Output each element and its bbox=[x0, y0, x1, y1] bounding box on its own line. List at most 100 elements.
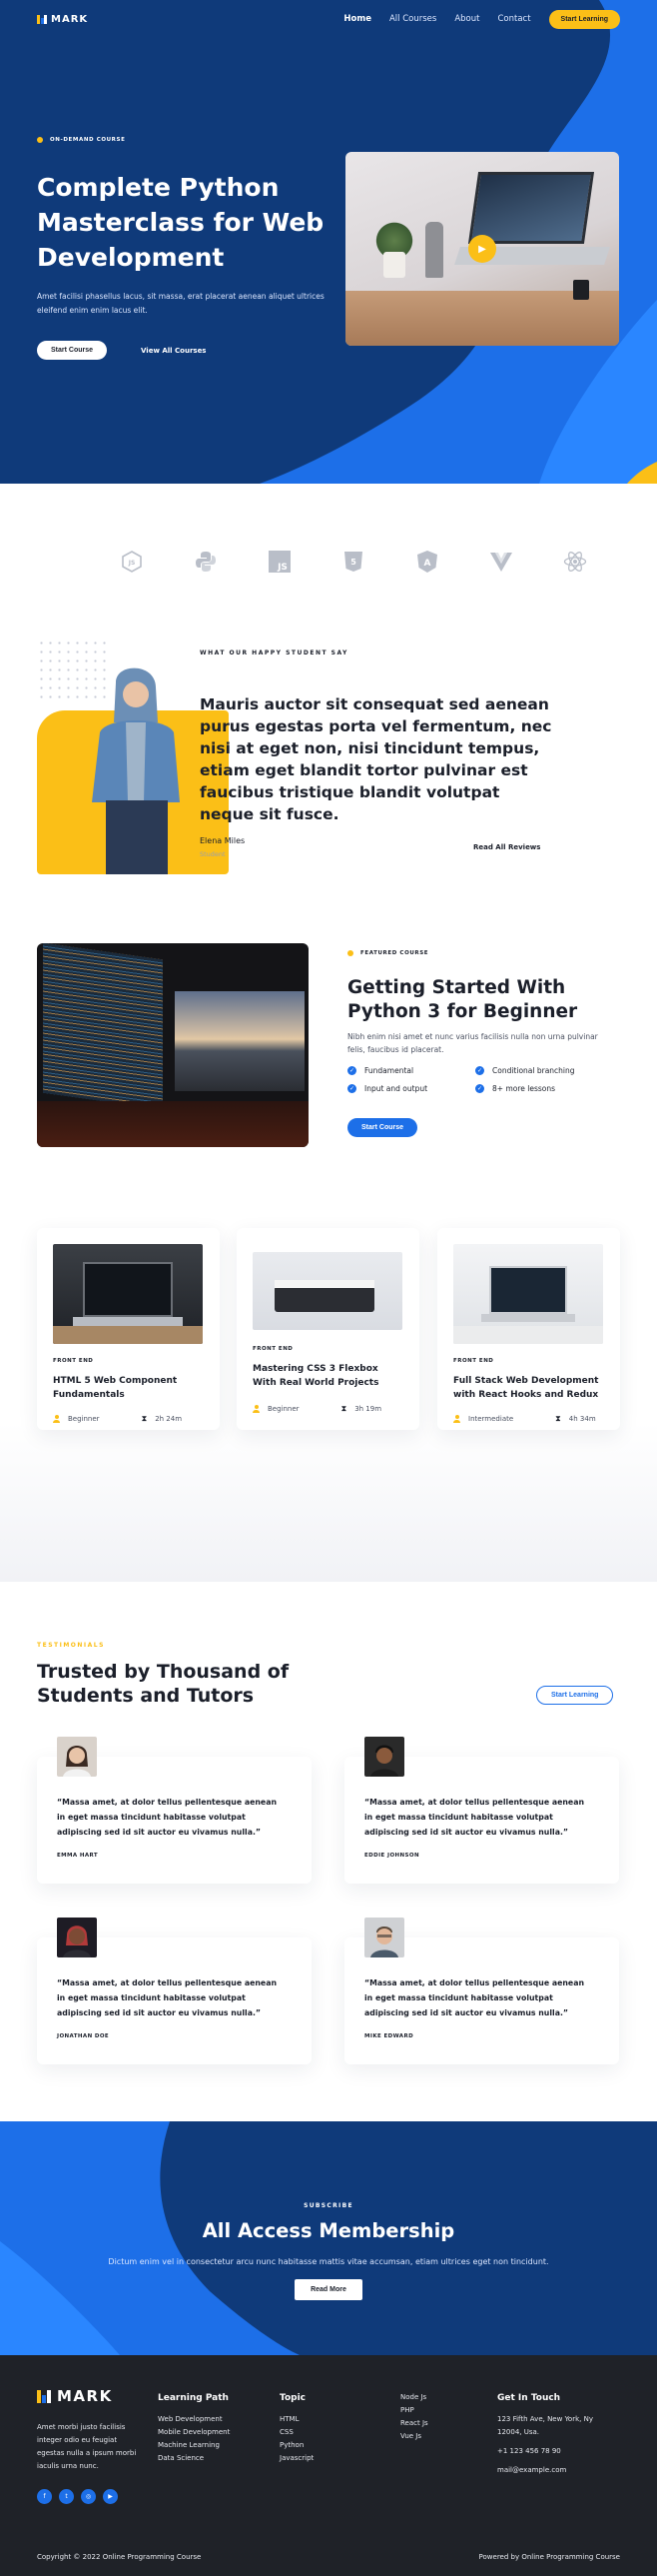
featured-course-features: ✓ Fundamental ✓ Conditional branching ✓ Inp… bbox=[347, 1066, 607, 1093]
facebook-icon[interactable]: f bbox=[37, 2489, 52, 2504]
course-duration: ⧗ 4h 34m bbox=[555, 1414, 595, 1424]
footer-link[interactable]: Web Development bbox=[158, 2413, 230, 2426]
start-learning-outline-button[interactable]: Start Learning bbox=[536, 1686, 614, 1705]
footer-email[interactable]: mail@example.com bbox=[497, 2464, 607, 2477]
footer-link[interactable]: Javascript bbox=[280, 2452, 314, 2465]
course-level-label: Intermediate bbox=[468, 1415, 514, 1423]
course-card[interactable]: FRONT END Full Stack Web Development wit… bbox=[437, 1228, 620, 1430]
read-more-button[interactable]: Read More bbox=[295, 2279, 362, 2300]
laptop-screen-illustration bbox=[489, 1266, 567, 1314]
hourglass-icon: ⧗ bbox=[555, 1414, 561, 1423]
copyright-text: Copyright © 2022 Online Programming Cour… bbox=[37, 2553, 202, 2561]
read-all-reviews-link[interactable]: Read All Reviews bbox=[473, 843, 540, 851]
course-meta: Intermediate ⧗ 4h 34m bbox=[453, 1414, 596, 1424]
tag-dot-icon bbox=[347, 950, 353, 956]
subscribe-description: Dictum enim vel in consectetur arcu nunc… bbox=[108, 2257, 549, 2266]
subscribe-tag: SUBSCRIBE bbox=[304, 2202, 353, 2209]
youtube-icon[interactable]: ▶ bbox=[103, 2489, 118, 2504]
nav-link-home[interactable]: Home bbox=[343, 14, 371, 24]
hero-video-thumbnail[interactable]: ▶ bbox=[345, 152, 619, 346]
testimonials-tag: TESTIMONIALS bbox=[37, 1642, 105, 1649]
footer-link[interactable]: HTML bbox=[280, 2413, 314, 2426]
nav-link-all-courses[interactable]: All Courses bbox=[389, 14, 436, 24]
check-icon: ✓ bbox=[347, 1084, 356, 1093]
student-testimonial-section: WHAT OUR HAPPY STUDENT SAY Mauris auctor… bbox=[0, 639, 657, 938]
course-image bbox=[453, 1244, 603, 1344]
logo-icon bbox=[37, 2389, 51, 2403]
nav-links: Home All Courses About Contact Start Lea… bbox=[343, 9, 620, 29]
svg-text:A: A bbox=[424, 559, 431, 569]
nav-link-contact[interactable]: Contact bbox=[497, 14, 530, 24]
check-icon: ✓ bbox=[475, 1084, 484, 1093]
course-category: FRONT END bbox=[453, 1358, 494, 1364]
featured-tag: FEATURED COURSE bbox=[347, 950, 428, 956]
brand-name: MARK bbox=[51, 13, 89, 25]
brand-logo[interactable]: MARK bbox=[37, 14, 88, 25]
footer-link[interactable]: CSS bbox=[280, 2426, 314, 2439]
footer: MARK Amet morbi justo facilisis integer … bbox=[0, 2355, 657, 2576]
footer-link[interactable]: Mobile Development bbox=[158, 2426, 230, 2439]
course-card[interactable]: FRONT END Mastering CSS 3 Flexbox With R… bbox=[237, 1228, 419, 1430]
feature-label: Conditional branching bbox=[492, 1066, 575, 1075]
laptop-base-illustration bbox=[481, 1314, 575, 1322]
testimonial-author-role: Student bbox=[200, 850, 226, 858]
course-cards-section: FRONT END HTML 5 Web Component Fundament… bbox=[0, 1228, 657, 1582]
laptop-screen-illustration bbox=[83, 1262, 173, 1317]
avatar bbox=[57, 1918, 97, 1957]
view-all-courses-link[interactable]: View All Courses bbox=[141, 347, 206, 355]
avatar bbox=[57, 1737, 97, 1777]
user-icon bbox=[253, 1405, 260, 1413]
footer-topic: Topic HTML CSS Python Javascript bbox=[280, 2393, 314, 2465]
play-icon[interactable]: ▶ bbox=[468, 235, 496, 263]
start-course-button[interactable]: Start Course bbox=[37, 341, 108, 360]
nav-link-about[interactable]: About bbox=[454, 14, 479, 24]
social-links: f t ◎ ▶ bbox=[37, 2489, 118, 2504]
course-duration-label: 4h 34m bbox=[568, 1415, 596, 1423]
footer-phone[interactable]: +1 123 456 78 90 bbox=[497, 2445, 607, 2458]
hero-section: MARK Home All Courses About Contact Star… bbox=[0, 0, 657, 484]
feature-item: ✓ Conditional branching bbox=[475, 1066, 603, 1075]
footer-column-title: Learning Path bbox=[158, 2393, 229, 2403]
course-title: Mastering CSS 3 Flexbox With Real World … bbox=[253, 1364, 379, 1388]
review-card: “Massa amet, at dolor tellus pellentesqu… bbox=[37, 1918, 312, 2064]
footer-column-title: Get In Touch bbox=[497, 2393, 561, 2403]
hero-tag: ON-DEMAND COURSE bbox=[37, 137, 125, 143]
course-level: Intermediate bbox=[453, 1414, 513, 1424]
avatar bbox=[364, 1737, 404, 1777]
footer-link[interactable]: Python bbox=[280, 2439, 314, 2452]
hourglass-icon: ⧗ bbox=[141, 1414, 148, 1423]
instagram-icon[interactable]: ◎ bbox=[81, 2489, 96, 2504]
featured-start-course-button[interactable]: Start Course bbox=[347, 1118, 418, 1137]
review-card: “Massa amet, at dolor tellus pellentesqu… bbox=[344, 1737, 619, 1884]
footer-link[interactable]: Machine Learning bbox=[158, 2439, 230, 2452]
course-category: FRONT END bbox=[253, 1346, 294, 1352]
laptop-screen-illustration bbox=[467, 172, 595, 244]
reviewer-name: JONATHAN DOE bbox=[57, 2033, 110, 2039]
footer-link[interactable]: Node Js bbox=[400, 2391, 428, 2404]
twitter-icon[interactable]: t bbox=[59, 2489, 74, 2504]
course-duration-label: 2h 24m bbox=[155, 1415, 183, 1423]
footer-about: Amet morbi justo facilisis integer odio … bbox=[37, 2423, 137, 2470]
testimonial-author-name: Elena Miles bbox=[200, 836, 246, 845]
footer-link[interactable]: Data Science bbox=[158, 2452, 230, 2465]
tag-dot-icon bbox=[37, 137, 43, 143]
desk-illustration bbox=[53, 1326, 203, 1344]
footer-link[interactable]: Vue Js bbox=[400, 2430, 428, 2443]
avatar bbox=[364, 1918, 404, 1957]
book-illustration bbox=[275, 1286, 374, 1312]
footer-bottom-bar: Copyright © 2022 Online Programming Cour… bbox=[37, 2553, 620, 2561]
course-level: Beginner bbox=[53, 1414, 100, 1424]
book-pages-illustration bbox=[275, 1280, 374, 1288]
start-learning-button[interactable]: Start Learning bbox=[548, 9, 620, 29]
python-icon bbox=[194, 550, 218, 574]
course-card[interactable]: FRONT END HTML 5 Web Component Fundament… bbox=[37, 1228, 220, 1430]
tech-logos-strip: JS JS 5 A bbox=[0, 484, 657, 639]
hero-description: Amet facilisi phasellus lacus, sit massa… bbox=[37, 292, 325, 315]
footer-link[interactable]: React Js bbox=[400, 2417, 428, 2430]
testimonials-title: Trusted by Thousand of Students and Tuto… bbox=[37, 1661, 290, 1707]
footer-logo[interactable]: MARK bbox=[37, 2387, 113, 2405]
footer-link[interactable]: PHP bbox=[400, 2404, 428, 2417]
reviewer-name: EMMA HART bbox=[57, 1853, 99, 1859]
nodejs-icon: JS bbox=[120, 550, 144, 574]
js-icon: JS bbox=[268, 550, 292, 574]
